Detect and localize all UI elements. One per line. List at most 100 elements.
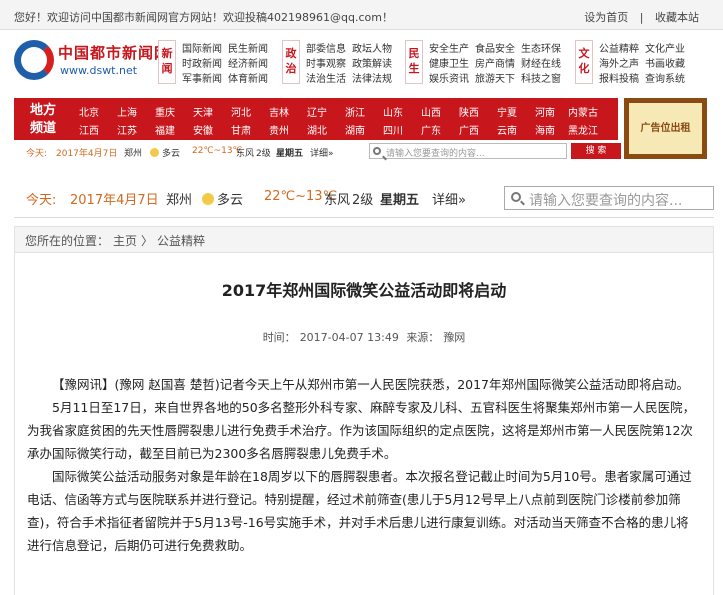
nav-link[interactable]: 政策解读 [352, 57, 392, 72]
region-link[interactable]: 内蒙古 [564, 104, 602, 119]
region-link[interactable]: 陕西 [450, 104, 488, 119]
region-link[interactable]: 上海 [108, 104, 146, 119]
region-link[interactable]: 广西 [450, 122, 488, 137]
nav-tag[interactable]: 民生 [405, 40, 423, 84]
local-row-2: 江西 江苏 福建 安徽 甘肃 贵州 湖北 湖南 四川 广东 广西 云南 海南 黑龙江 [70, 122, 602, 137]
region-link[interactable]: 江西 [70, 122, 108, 137]
nav-group-news: 新闻 国际新闻 时政新闻 军事新闻 民生新闻 经济新闻 体育新闻 [158, 40, 278, 87]
weekday-text: 星期五 [276, 149, 304, 159]
region-link[interactable]: 湖南 [336, 122, 374, 137]
article-panel: 您所在的位置： 主页〉公益精粹 2017年郑州国际微笑公益活动即将启动 时间： 20… [14, 226, 714, 595]
region-link[interactable]: 安徽 [184, 122, 222, 137]
today-label: 今天: [26, 193, 57, 208]
region-link[interactable]: 吉林 [260, 104, 298, 119]
nav-link[interactable]: 生态环保 [521, 42, 561, 57]
region-link[interactable]: 黑龙江 [564, 122, 602, 137]
region-link[interactable]: 广东 [412, 122, 450, 137]
source-value: 豫网 [443, 331, 466, 344]
nav-link[interactable]: 娱乐资讯 [429, 72, 469, 87]
time-label: 时间： [262, 331, 296, 344]
region-link[interactable]: 北京 [70, 104, 108, 119]
source-label: 来源： [406, 331, 440, 344]
time-value: 2017-04-07 13:49 [299, 331, 399, 344]
nav-tag[interactable]: 新闻 [158, 40, 176, 84]
nav-link[interactable]: 政坛人物 [352, 42, 392, 57]
region-link[interactable]: 天津 [184, 104, 222, 119]
nav-link[interactable]: 旅游天下 [475, 72, 515, 87]
wind-level: 2级 [352, 193, 374, 208]
top-links: 设为首页 | 收藏本站 [584, 11, 699, 24]
region-link[interactable]: 四川 [374, 122, 412, 137]
city-text: 郑州 [124, 149, 143, 159]
breadcrumb-category[interactable]: 公益精粹 [157, 234, 205, 248]
nav-link[interactable]: 查询系统 [645, 72, 685, 87]
nav-tag[interactable]: 政治 [282, 40, 300, 84]
region-link[interactable]: 云南 [488, 122, 526, 137]
nav-link[interactable]: 公益精粹 [599, 42, 639, 57]
nav-link[interactable]: 法治生活 [306, 72, 346, 87]
nav-link[interactable]: 军事新闻 [182, 72, 222, 87]
sun-cloud-icon [150, 148, 159, 157]
region-link[interactable]: 浙江 [336, 104, 374, 119]
region-link[interactable]: 重庆 [146, 104, 184, 119]
region-link[interactable]: 辽宁 [298, 104, 336, 119]
breadcrumb: 您所在的位置： 主页〉公益精粹 [15, 227, 713, 253]
search-button[interactable]: 搜 索 [571, 143, 621, 159]
site-logo[interactable]: 中国都市新闻网 www.dswt.net [14, 36, 169, 88]
today-label: 今天: [26, 149, 48, 159]
nav-link[interactable]: 食品安全 [475, 42, 515, 57]
nav-link[interactable]: 体育新闻 [228, 72, 268, 87]
nav-link[interactable]: 书画收藏 [645, 57, 685, 72]
favorite-link[interactable]: 收藏本站 [655, 11, 699, 24]
region-link[interactable]: 海南 [526, 122, 564, 137]
nav-link[interactable]: 安全生产 [429, 42, 469, 57]
search-icon [373, 147, 381, 155]
nav-link[interactable]: 部委信息 [306, 42, 346, 57]
city-text: 郑州 [166, 193, 193, 208]
detail-link[interactable]: 详细» [310, 146, 334, 159]
nav-group-politics: 政治 部委信息 时事观察 法治生活 政坛人物 政策解读 法律法规 [282, 40, 402, 87]
breadcrumb-home[interactable]: 主页 [113, 234, 137, 248]
set-home-link[interactable]: 设为首页 [584, 11, 628, 24]
nav-link[interactable]: 房产商情 [475, 57, 515, 72]
article-body: 【豫网讯】(豫网 赵国喜 楚哲)记者今天上午从郑州市第一人民医院获悉，2017年… [27, 373, 701, 557]
nav-link[interactable]: 国际新闻 [182, 42, 222, 57]
nav-link[interactable]: 健康卫生 [429, 57, 469, 72]
local-row-1: 北京 上海 重庆 天津 河北 吉林 辽宁 浙江 山东 山西 陕西 宁夏 河南 内蒙古 [70, 104, 602, 119]
breadcrumb-label: 您所在的位置： [25, 234, 110, 248]
region-link[interactable]: 河南 [526, 104, 564, 119]
weather-bar: 今天: 2017年4月7日 郑州 多云 22℃~13℃ 东风 2级 星期五 详细… [14, 180, 714, 218]
nav-link[interactable]: 法律法规 [352, 72, 392, 87]
local-channel-title: 地方 频道 [30, 103, 57, 136]
top-bar: 您好！欢迎访问中国都市新闻网官方网站！欢迎投稿402198961@qq.com！… [0, 0, 723, 30]
nav-tag[interactable]: 文化 [575, 40, 593, 84]
nav-link[interactable]: 海外之声 [599, 57, 639, 72]
region-link[interactable]: 山东 [374, 104, 412, 119]
search-input[interactable]: 请输入您要查询的内容... [504, 186, 714, 210]
nav-link[interactable]: 经济新闻 [228, 57, 268, 72]
article-meta: 时间： 2017-04-07 13:49 来源： 豫网 [15, 329, 713, 345]
nav-link[interactable]: 文化产业 [645, 42, 685, 57]
nav-link[interactable]: 时事观察 [306, 57, 346, 72]
ad-banner[interactable]: 广告位出租 [624, 98, 707, 159]
welcome-text: 您好！欢迎访问中国都市新闻网官方网站！欢迎投稿402198961@qq.com！ [14, 11, 393, 24]
nav-link[interactable]: 科技之窗 [521, 72, 561, 87]
detail-link[interactable]: 详细» [432, 189, 466, 208]
region-link[interactable]: 河北 [222, 104, 260, 119]
region-link[interactable]: 宁夏 [488, 104, 526, 119]
weather-condition: 多云 [150, 146, 180, 159]
logo-url: www.dswt.net [60, 64, 138, 77]
region-link[interactable]: 江苏 [108, 122, 146, 137]
region-link[interactable]: 福建 [146, 122, 184, 137]
nav-link[interactable]: 财经在线 [521, 57, 561, 72]
local-channel-bar: 地方 频道 北京 上海 重庆 天津 河北 吉林 辽宁 浙江 山东 山西 陕西 宁夏 河南 内蒙古 江西 江苏… [14, 98, 618, 140]
nav-link[interactable]: 时政新闻 [182, 57, 222, 72]
ad-label: 广告位出租 [629, 103, 702, 154]
region-link[interactable]: 湖北 [298, 122, 336, 137]
region-link[interactable]: 贵州 [260, 122, 298, 137]
nav-link[interactable]: 民生新闻 [228, 42, 268, 57]
region-link[interactable]: 山西 [412, 104, 450, 119]
search-input-small[interactable]: 请输入您要查询的内容... [369, 143, 567, 159]
region-link[interactable]: 甘肃 [222, 122, 260, 137]
nav-link[interactable]: 报料投稿 [599, 72, 639, 87]
